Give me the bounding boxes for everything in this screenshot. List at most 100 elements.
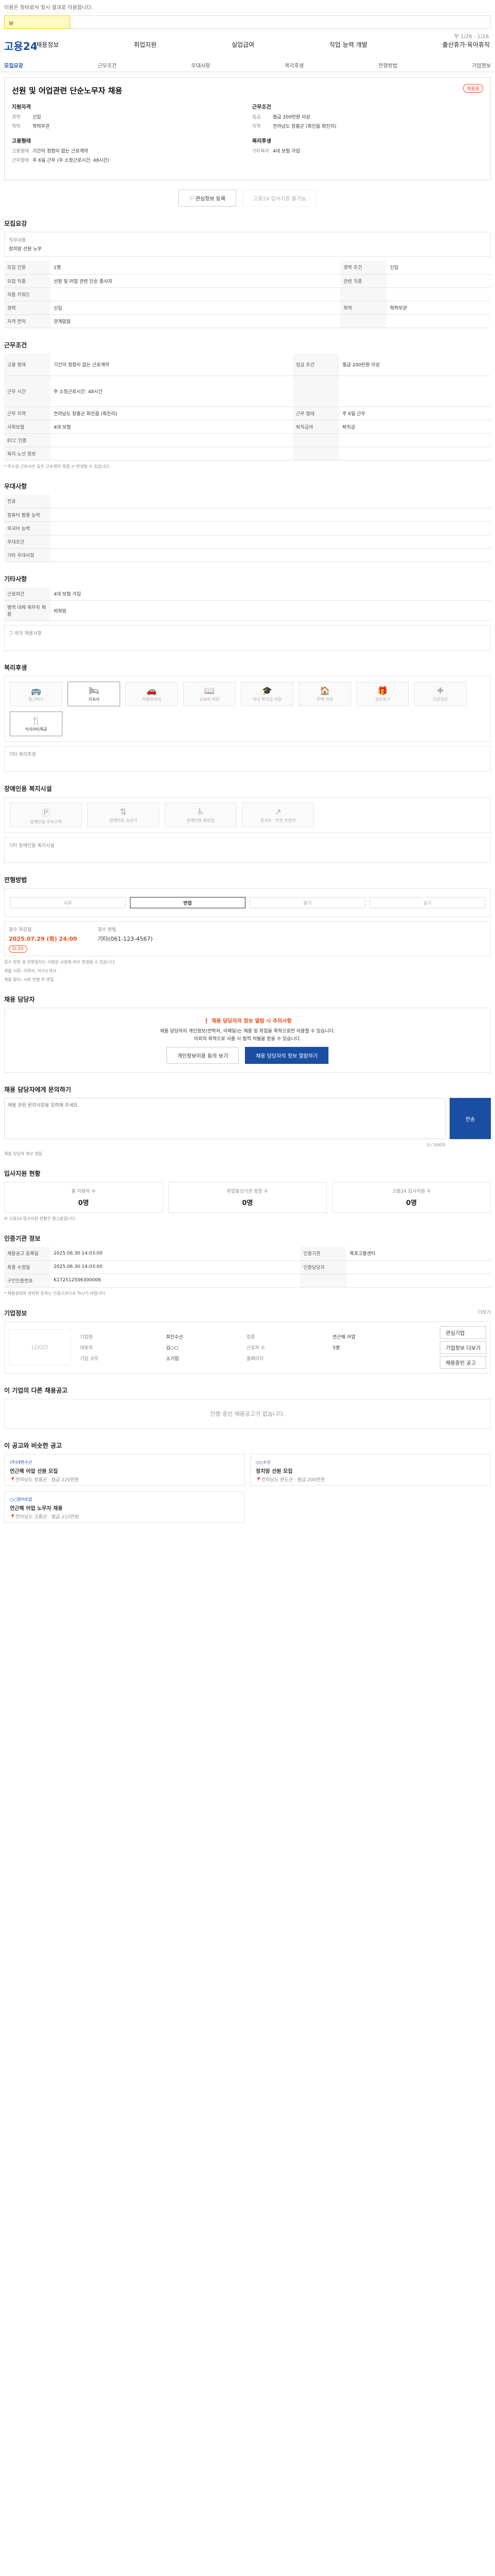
similar-list: (주)대한수산 연근해 어업 선원 모집 📍전라남도 장흥군 · 월급 220만… — [4, 1453, 491, 1486]
inquiry-textarea[interactable] — [4, 1098, 446, 1139]
company-detail-button[interactable]: 기업정보 더보기 — [440, 1341, 486, 1354]
process-step: 필기 — [250, 897, 366, 908]
kv-key: 고용형태 — [12, 149, 29, 154]
facility-item: Ⓟ 장애인용 주차구역 — [10, 803, 82, 827]
section-similar-title: 이 공고와 비슷한 공고 — [4, 1442, 62, 1449]
table-row: 우대조건 — [4, 535, 491, 549]
process-step: 서류 — [10, 897, 126, 908]
privacy-consent-button[interactable]: 개인정보이용 동의 보기 — [166, 1047, 239, 1064]
inquiry-send-button[interactable]: 전송 — [450, 1098, 491, 1139]
duty-label: 직무내용 — [9, 238, 26, 243]
company-more-link[interactable]: 더보기 — [478, 1309, 491, 1317]
process-note: 채용 절차: 서류 전형 후 면접 — [4, 977, 54, 982]
process-step-active: 면접 — [129, 897, 245, 908]
kv-value: 4대 보험 가입 — [273, 149, 300, 154]
tab-welfare[interactable]: 복리후생 — [285, 61, 304, 69]
similar-title: 정치망 선원 모집 — [256, 1468, 293, 1475]
cond-note: * 주소정 근로시간 등은 근로계약 체결 시 변경될 수 있습니다. — [4, 464, 111, 469]
tab-company[interactable]: 기업정보 — [472, 61, 491, 69]
disabled-other-box: 기타 장애인용 복지시설 — [4, 837, 491, 863]
gnb-item[interactable]: 직업 능력 개발 — [329, 40, 368, 49]
find-bar: 보 부 1/26 - 1/26 — [4, 15, 491, 40]
job-summary-card: 선원 및 어업관련 단순노무자 채용 채용중 지원자격 경력 신입 학력 학력무관 … — [4, 77, 491, 180]
view-contact-button[interactable]: 채용 담당자의 정보 열람하기 — [245, 1047, 329, 1064]
process-note: 제출 서류: 이력서, 자기소개서 — [4, 969, 57, 973]
summary-cond-title: 근무조건 — [252, 105, 271, 110]
table-row: 근무 시간 주 소정근로시간: 48시간 — [4, 376, 491, 407]
graduation-icon: 🎓 — [262, 686, 272, 696]
interest-button[interactable]: ♡ 관심정보 등록 — [178, 190, 237, 207]
section-apply-title: 입사지원 현황 — [4, 1170, 41, 1177]
welfare-other-box: 기타 복리후생 — [4, 746, 491, 772]
heart-icon: ♡ — [189, 196, 195, 202]
section-company-title: 기업정보 더보기 — [4, 1309, 491, 1317]
company-table: 기업명 회진수산 업종 연근해 어업 대표자 김○○ 근로자 수 5명 기업 규모 소기업 홈페… — [78, 1331, 433, 1364]
kv-value: 월급 200만원 이상 — [273, 115, 310, 120]
similar-card[interactable]: ○○영어조합 연근해 어업 노무자 채용 📍전라남도 고흥군 · 월급 210만… — [4, 1490, 245, 1523]
welfare-other-label: 기타 복리후생 — [9, 752, 36, 757]
gnb-item[interactable]: 출산휴가·육아휴직 — [442, 40, 490, 49]
similar-company: (주)대한수산 — [10, 1460, 32, 1465]
kv-key: 근무형태 — [12, 158, 29, 163]
summary-right: 근무조건 임금 월급 200만원 이상 지역 전라남도 장흥군 (회진읍 회진리) … — [252, 103, 407, 157]
gnb-item[interactable]: 실업급여 — [232, 40, 254, 49]
similar-card[interactable]: ○○수산 정치망 선원 모집 📍전라남도 완도군 · 월급 200만원 — [250, 1453, 491, 1486]
summary-qual-title: 지원자격 — [12, 105, 31, 110]
recruit-table: 모집 인원 1명 경력 조건 신입 모집 직종 선원 및 어업 관련 단순 종사자 관련 … — [4, 261, 491, 328]
etc-table: 근로여건 4대 보험 가입 병역 대체 복무자 채용 비희망 — [4, 587, 491, 621]
welfare-item: 📖 교육비 지원 — [183, 682, 236, 706]
table-row: 채용공고 등록일 2025.06.30 14:03:00 인증기관 목포고용센터 — [4, 1247, 491, 1261]
tab-prefer[interactable]: 우대사항 — [191, 61, 210, 69]
apply-button[interactable]: 고용24 입사지원 불가능 — [242, 190, 317, 207]
pin-icon: 📍 — [256, 1477, 262, 1483]
table-row: 대표자 김○○ 근로자 수 5명 — [80, 1345, 340, 1351]
section-others-title: 이 기업의 다른 채용공고 — [4, 1386, 68, 1394]
duty-text: 정치망 선원 노무 — [9, 247, 42, 252]
stat-card: 총 지원자 수 0명 — [4, 1182, 163, 1213]
inquiry-form: 전송 — [4, 1098, 491, 1139]
kv-value: 학력무관 — [32, 124, 50, 129]
table-row: 복지 노선 정보 — [4, 447, 491, 461]
kv-value: 전라남도 장흥군 (회진읍 회진리) — [273, 124, 337, 129]
mgmt-table: 채용공고 등록일 2025.06.30 14:03:00 인증기관 목포고용센터 최종… — [4, 1247, 491, 1287]
company-box: LOGO 기업명 회진수산 업종 연근해 어업 대표자 김○○ 근로자 수 5명 기업 규모… — [4, 1321, 491, 1374]
health-icon: ✚ — [437, 686, 444, 696]
pin-icon: 📍 — [10, 1477, 16, 1483]
bus-icon: 🚌 — [31, 686, 41, 696]
company-jobs-button[interactable]: 채용중인 공고 — [440, 1355, 486, 1369]
table-row: 사회보험 4대 보험 퇴직급여 퇴직금 — [4, 420, 491, 434]
book-icon: 📖 — [204, 686, 214, 696]
wheelchair-icon: ♿ — [196, 807, 205, 817]
section-cond-title: 근무조건 — [4, 341, 27, 349]
find-input[interactable]: 보 — [4, 15, 70, 29]
tab-condition[interactable]: 근무조건 — [97, 61, 117, 69]
section-disabled-title: 장애인용 복지시설 — [4, 785, 52, 792]
tab-process[interactable]: 전형방법 — [378, 61, 398, 69]
deadline-box: 접수 마감일 2025.07.29 (화) 24:00 D-20 접수 방법 기… — [4, 921, 491, 956]
similar-title: 연근해 어업 선원 모집 — [10, 1468, 58, 1475]
others-empty: 진행 중인 채용공고가 없습니다. — [4, 1398, 491, 1429]
contact-text-2: 이외의 목적으로 사용 시 법적 처벌을 받을 수 있습니다. — [194, 1037, 301, 1042]
welfare-item: ✚ 건강검진 — [414, 682, 467, 706]
similar-list-2: ○○영어조합 연근해 어업 노무자 채용 📍전라남도 고흥군 · 월급 210만… — [4, 1490, 491, 1523]
site-header: 고용24 채용정보 취업지원 실업급여 직업 능력 개발 출산휴가·육아휴직 — [0, 38, 495, 59]
company-logo: LOGO — [9, 1329, 71, 1365]
kv-key: 기타복리 — [252, 149, 270, 154]
deadline-label: 접수 마감일 — [9, 927, 32, 933]
gnb-item[interactable]: 채용정보 — [36, 40, 59, 49]
gnb-item[interactable]: 취업지원 — [134, 40, 157, 49]
house-icon: 🏠 — [320, 686, 330, 696]
contact-warning: ❗ 채용 담당자의 정보 열람 시 주의사항 — [203, 1019, 292, 1024]
gift-icon: 🎁 — [377, 686, 388, 696]
company-interest-button[interactable]: 관심기업 — [440, 1326, 486, 1339]
gnb: 채용정보 취업지원 실업급여 직업 능력 개발 출산휴가·육아휴직 — [36, 40, 490, 49]
table-row: 최종 수정일 2025.06.30 14:03:00 인증담당자 — [4, 1260, 491, 1274]
facility-item: ↗ 경사로 · 안전 손잡이 — [242, 803, 314, 827]
inquiry-link[interactable]: 채용 담당자 정보 열람 — [4, 1151, 491, 1157]
table-row: 근무 지역 전라남도 장흥군 회진읍 (회진리) 근무 형태 주 6일 근무 — [4, 406, 491, 420]
similar-card[interactable]: (주)대한수산 연근해 어업 선원 모집 📍전라남도 장흥군 · 월급 220만… — [4, 1453, 245, 1486]
prefer-table: 전공 컴퓨터 활용 능력 외국어 능력 우대조건 기타 우대사항 — [4, 495, 491, 562]
facility-item: ♿ 장애인용 화장실 — [164, 803, 237, 827]
table-row: 병역 대체 복무자 채용 비희망 — [4, 600, 491, 621]
tab-recruit[interactable]: 모집요강 — [4, 61, 23, 69]
